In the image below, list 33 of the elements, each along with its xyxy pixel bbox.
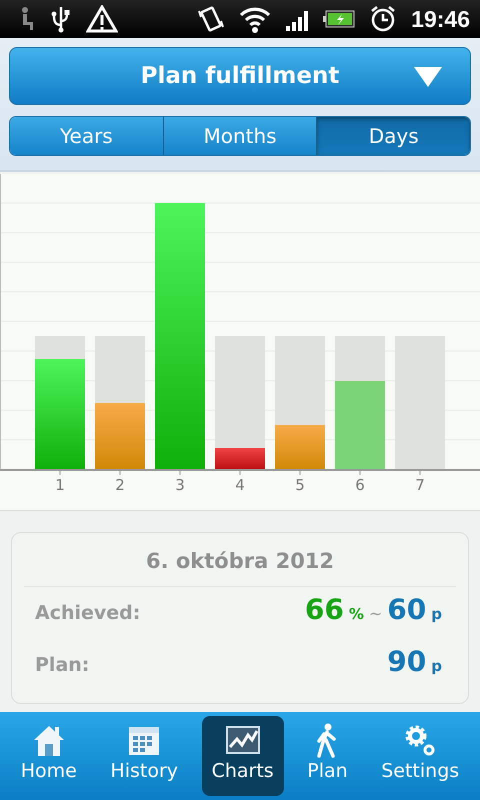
points-value: 90 bbox=[387, 645, 426, 678]
wifi-icon bbox=[239, 5, 272, 33]
clock-time: 19:46 bbox=[411, 6, 470, 32]
percent-unit: % bbox=[348, 605, 364, 623]
points-unit: p bbox=[431, 657, 442, 675]
dropdown-arrow-icon bbox=[414, 67, 442, 87]
points-unit: p bbox=[431, 605, 442, 623]
axis-label: 2 bbox=[115, 476, 125, 494]
summary-date: 6. októbra 2012 bbox=[24, 533, 456, 587]
points-value: 60 bbox=[387, 593, 426, 626]
row-label: Plan: bbox=[35, 653, 90, 678]
nav-tab[interactable]: History bbox=[100, 716, 188, 796]
nav-tab[interactable]: Charts bbox=[202, 716, 284, 796]
period-tab[interactable]: Months bbox=[164, 117, 318, 155]
period-tab[interactable]: Years bbox=[10, 117, 164, 155]
period-tab[interactable]: Days bbox=[317, 117, 470, 155]
nav-tab[interactable]: Settings bbox=[371, 716, 470, 796]
axis-label: 4 bbox=[235, 476, 245, 494]
nav-tab[interactable]: Plan bbox=[297, 716, 358, 796]
vibrate-icon bbox=[197, 5, 226, 33]
axis-label: 6 bbox=[355, 476, 365, 494]
axis-label: 3 bbox=[175, 476, 185, 494]
row-label: Achieved: bbox=[35, 601, 140, 626]
usb-icon bbox=[50, 5, 72, 33]
tilde-separator: ~ bbox=[368, 604, 382, 623]
axis-label: 1 bbox=[55, 476, 65, 494]
axis-label: 5 bbox=[295, 476, 305, 494]
percent-value: 66 bbox=[304, 593, 344, 626]
nav-tab[interactable]: Home bbox=[10, 716, 87, 796]
alarm-icon bbox=[369, 5, 398, 33]
axis-label: 7 bbox=[415, 476, 425, 494]
warning-icon bbox=[86, 5, 118, 33]
plan-dropdown[interactable]: Plan fulfillment bbox=[9, 47, 471, 105]
